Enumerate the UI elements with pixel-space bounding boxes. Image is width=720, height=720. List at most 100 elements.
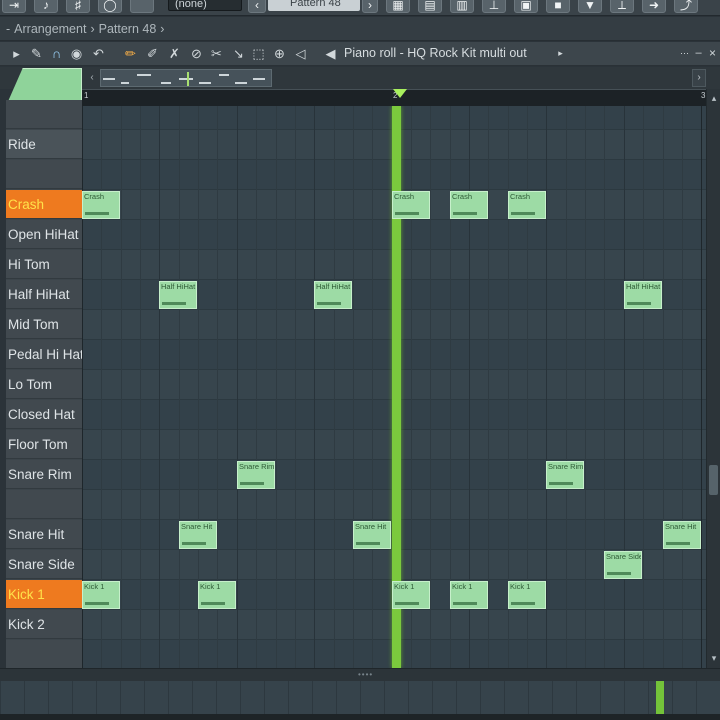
playback-icon[interactable]: ◁: [292, 45, 309, 62]
tool-button-2[interactable]: ♪: [34, 0, 58, 13]
drum-key[interactable]: [6, 490, 82, 519]
drum-key[interactable]: Lo Tom: [6, 370, 82, 399]
link-icon[interactable]: ⤴: [674, 0, 698, 13]
scroll-left-icon[interactable]: ‹: [86, 70, 98, 86]
record-icon[interactable]: ◉: [68, 45, 85, 62]
tool-button-8[interactable]: ▥: [450, 0, 474, 13]
note[interactable]: Half HiHat: [314, 281, 352, 309]
note[interactable]: Snare Hit: [663, 521, 701, 549]
tool-button-6[interactable]: ▦: [386, 0, 410, 13]
menu-arrow-icon[interactable]: ▸: [8, 45, 25, 62]
wrench-icon[interactable]: ✎: [28, 45, 45, 62]
mute-icon[interactable]: ⊘: [188, 45, 205, 62]
grid-line: [546, 106, 547, 668]
note-label: Kick 1: [452, 582, 473, 591]
event-grid-line: [432, 681, 433, 714]
grid-line: [372, 106, 373, 668]
note[interactable]: Crash: [450, 191, 488, 219]
tool-button-4[interactable]: ◯: [98, 0, 122, 13]
drum-key[interactable]: Mid Tom: [6, 310, 82, 339]
pattern-prev-button[interactable]: ‹: [248, 0, 266, 13]
drum-key[interactable]: Floor Tom: [6, 430, 82, 459]
breadcrumb-arrangement[interactable]: Arrangement: [14, 22, 86, 36]
note[interactable]: Crash: [508, 191, 546, 219]
pattern-next-button[interactable]: ›: [362, 0, 378, 13]
scroll-up-icon[interactable]: ▴: [708, 91, 720, 105]
event-grid-line: [120, 681, 121, 714]
close-icon[interactable]: ×: [704, 45, 720, 62]
note[interactable]: Kick 1: [198, 581, 236, 609]
drum-key[interactable]: Half HiHat: [6, 280, 82, 309]
note[interactable]: Kick 1: [508, 581, 546, 609]
tool-button-1[interactable]: ⇥: [2, 0, 26, 13]
scroll-right-icon[interactable]: ›: [692, 69, 706, 87]
drum-key[interactable]: Crash: [6, 190, 82, 219]
drum-key[interactable]: Open HiHat: [6, 220, 82, 249]
scroll-down-icon[interactable]: ▾: [708, 651, 720, 665]
drum-key[interactable]: Hi Tom: [6, 250, 82, 279]
note[interactable]: Half HiHat: [159, 281, 197, 309]
piano-roll-title[interactable]: Piano roll - HQ Rock Kit multi out: [344, 46, 527, 60]
event-grid[interactable]: [0, 681, 720, 714]
drum-key[interactable]: [6, 640, 82, 669]
note[interactable]: Kick 1: [82, 581, 120, 609]
plugin-icon[interactable]: ⟂: [610, 0, 634, 13]
note[interactable]: Crash: [82, 191, 120, 219]
channel-rack-icon[interactable]: ▣: [514, 0, 538, 13]
magnet-icon[interactable]: ∩: [48, 45, 65, 62]
tool-button-5[interactable]: [130, 0, 154, 13]
drum-key[interactable]: [6, 100, 82, 129]
undo-icon[interactable]: ↶: [90, 45, 107, 62]
note-label: Snare Hit: [665, 522, 697, 531]
vertical-scrollbar[interactable]: ▴ ▾: [706, 89, 720, 668]
zoom-icon[interactable]: ⊕: [271, 45, 288, 62]
playlist-icon[interactable]: ■: [546, 0, 570, 13]
note[interactable]: Snare Rim: [237, 461, 275, 489]
bar-number: 1: [84, 91, 89, 100]
paint-icon[interactable]: ✐: [144, 45, 161, 62]
drum-key[interactable]: Ride: [6, 130, 82, 159]
mixer-icon[interactable]: ⊥: [482, 0, 506, 13]
slip-icon[interactable]: ↘: [230, 45, 247, 62]
event-grid-line: [624, 681, 625, 714]
note-grid[interactable]: Crash Crash Crash Crash Half HiHat Half HiHat…: [82, 106, 706, 668]
drum-key[interactable]: Closed Hat: [6, 400, 82, 429]
drum-key[interactable]: Snare Hit: [6, 520, 82, 549]
pattern-select[interactable]: Pattern 48: [268, 0, 360, 11]
slice-icon[interactable]: ✂: [208, 45, 225, 62]
drum-key[interactable]: Snare Rim: [6, 460, 82, 489]
pencil-icon[interactable]: ✏: [122, 45, 139, 62]
preset-select[interactable]: (none): [168, 0, 242, 11]
grid-line: [314, 106, 315, 668]
resize-grip-icon[interactable]: ••••: [358, 670, 373, 679]
speaker-icon[interactable]: ◀: [322, 45, 339, 62]
vertical-scroll-thumb[interactable]: [709, 465, 718, 495]
note[interactable]: Half HiHat: [624, 281, 662, 309]
note[interactable]: Kick 1: [450, 581, 488, 609]
note[interactable]: Snare Hit: [179, 521, 217, 549]
note-label: Half HiHat: [626, 282, 661, 291]
drum-key[interactable]: Kick 2: [6, 610, 82, 639]
arrow-right-icon[interactable]: ➜: [642, 0, 666, 13]
overview-scroll-thumb[interactable]: [100, 69, 272, 87]
note-velocity-bar: [627, 302, 651, 305]
note[interactable]: Kick 1: [392, 581, 430, 609]
event-grid-line: [240, 681, 241, 714]
playhead-marker-icon[interactable]: [393, 89, 407, 98]
tool-button-3[interactable]: ♯: [66, 0, 90, 13]
note[interactable]: Crash: [392, 191, 430, 219]
drum-key[interactable]: Snare Side: [6, 550, 82, 579]
drum-key[interactable]: Kick 1: [6, 580, 82, 609]
browser-icon[interactable]: ▼: [578, 0, 602, 13]
tool-button-7[interactable]: ▤: [418, 0, 442, 13]
note[interactable]: Snare Side: [604, 551, 642, 579]
note[interactable]: Snare Hit: [353, 521, 391, 549]
grid-line: [585, 106, 586, 668]
breadcrumb-pattern[interactable]: Pattern 48: [99, 22, 157, 36]
drum-key[interactable]: [6, 160, 82, 189]
select-icon[interactable]: ⬚: [250, 45, 267, 62]
drum-key[interactable]: Pedal Hi Hat: [6, 340, 82, 369]
note-label: Crash: [452, 192, 473, 201]
delete-icon[interactable]: ✗: [166, 45, 183, 62]
note[interactable]: Snare Rim: [546, 461, 584, 489]
